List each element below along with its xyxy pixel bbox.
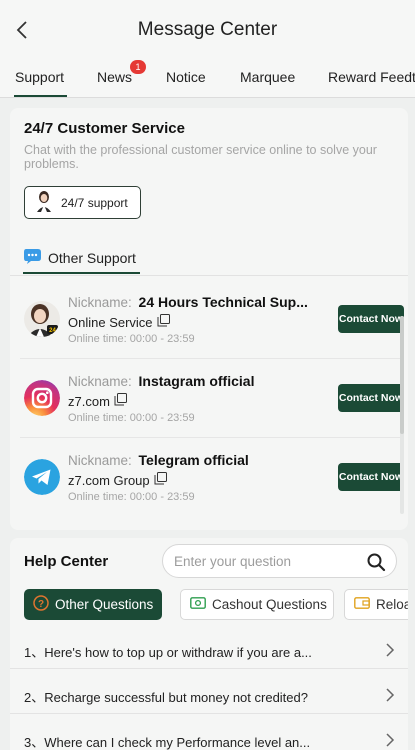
online-time-label: Online time: (68, 333, 127, 345)
nickname-row: Nickname: 24 Hours Technical Sup... (68, 294, 308, 310)
chip-reload[interactable]: Reloa (344, 589, 408, 620)
contact-list: 24 Nickname: 24 Hours Technical Sup... O… (20, 280, 404, 517)
service-row: z7.com Group (68, 472, 167, 488)
tab-news-label: News (97, 69, 133, 85)
telegram-icon (24, 459, 60, 495)
contact-name: Telegram official (138, 452, 249, 468)
cashout-icon (190, 596, 206, 613)
scrollbar-thumb[interactable] (400, 316, 404, 434)
other-support-label: Other Support (48, 250, 136, 266)
copy-icon[interactable] (157, 314, 170, 330)
support-247-button[interactable]: 24/7 support (24, 186, 141, 219)
category-chips: ? Other Questions Cashout Questions Relo… (24, 589, 408, 621)
contact-now-button[interactable]: Contact Now (338, 384, 404, 412)
chip-label: Other Questions (55, 597, 154, 612)
back-icon[interactable] (10, 16, 34, 44)
contact-now-button[interactable]: Contact Now (338, 463, 404, 491)
tab-support[interactable]: Support (13, 69, 68, 97)
service-row: z7.com (68, 393, 127, 409)
chat-bubble-icon (23, 248, 43, 269)
tab-news[interactable]: News 1 (97, 60, 147, 85)
nickname-label: Nickname: (68, 453, 132, 468)
scrollbar[interactable] (400, 316, 404, 514)
copy-icon[interactable] (154, 472, 167, 488)
online-time-row: Online time: 00:00 - 23:59 (68, 333, 195, 345)
tab-bar: Support News 1 Notice Marquee Reward Fee… (0, 60, 415, 98)
nickname-row: Nickname: Instagram official (68, 373, 254, 389)
customer-service-card: 24/7 Customer Service Chat with the prof… (10, 108, 408, 530)
tab-reward-feedback[interactable]: Reward Feedt (328, 69, 415, 85)
chevron-right-icon (384, 732, 396, 748)
contact-name: 24 Hours Technical Sup... (138, 294, 308, 310)
faq-item[interactable]: 3、Where can I check my Performance level… (10, 721, 408, 750)
online-time-row: Online time: 00:00 - 23:59 (68, 412, 195, 424)
notification-badge: 1 (130, 60, 147, 74)
online-time-row: Online time: 00:00 - 23:59 (68, 491, 195, 503)
faq-item[interactable]: 1、Here's how to top up or withdraw if yo… (10, 631, 408, 669)
contact-item: Nickname: Instagram official z7.com Onli… (20, 359, 404, 438)
contact-service: z7.com (68, 393, 110, 409)
faq-item[interactable]: 2、Recharge successful but money not cred… (10, 676, 408, 714)
reload-icon (354, 596, 370, 613)
contact-service: Online Service (68, 314, 153, 330)
chip-cashout-questions[interactable]: Cashout Questions (180, 589, 334, 620)
header: Message Center (0, 0, 415, 60)
faq-question: 3、Where can I check my Performance level… (24, 735, 311, 750)
online-time-value: 00:00 - 23:59 (129, 412, 195, 424)
contact-now-button[interactable]: Contact Now (338, 305, 404, 333)
page-title: Message Center (137, 19, 278, 40)
svg-text:24: 24 (49, 328, 56, 334)
instagram-icon (24, 380, 60, 416)
copy-icon[interactable] (114, 393, 127, 409)
agent-avatar-icon (35, 190, 53, 215)
search-box (162, 544, 397, 578)
online-time-label: Online time: (68, 412, 127, 424)
chip-label: Cashout Questions (212, 597, 327, 612)
contact-name: Instagram official (138, 373, 255, 389)
chevron-right-icon (384, 642, 396, 658)
svg-text:?: ? (38, 599, 44, 610)
nickname-label: Nickname: (68, 374, 132, 389)
tab-other-support[interactable]: Other Support (23, 244, 140, 274)
chip-label: Reloa (376, 597, 408, 612)
nickname-row: Nickname: Telegram official (68, 452, 249, 468)
customer-service-title: 24/7 Customer Service (24, 120, 185, 137)
search-icon[interactable] (366, 552, 386, 572)
divider (10, 275, 408, 276)
contact-item: Nickname: Telegram official z7.com Group… (20, 438, 404, 517)
faq-question: 2、Recharge successful but money not cred… (24, 690, 308, 705)
contact-item: 24 Nickname: 24 Hours Technical Sup... O… (20, 280, 404, 359)
customer-service-description: Chat with the professional customer serv… (24, 143, 377, 171)
nickname-label: Nickname: (68, 295, 132, 310)
agent-avatar-icon: 24 (24, 301, 60, 337)
online-time-label: Online time: (68, 491, 127, 503)
online-time-value: 00:00 - 23:59 (129, 491, 195, 503)
online-time-value: 00:00 - 23:59 (129, 333, 195, 345)
faq-question: 1、Here's how to top up or withdraw if yo… (24, 645, 312, 660)
tab-marquee[interactable]: Marquee (240, 69, 295, 85)
search-input[interactable] (174, 553, 354, 569)
question-icon: ? (33, 595, 49, 614)
help-center-title: Help Center (24, 553, 109, 570)
chip-other-questions[interactable]: ? Other Questions (24, 589, 162, 620)
service-row: Online Service (68, 314, 170, 330)
chevron-right-icon (384, 687, 396, 703)
contact-service: z7.com Group (68, 472, 150, 488)
help-center-card: Help Center ? Other Questions Cashout Qu… (10, 538, 408, 750)
support-247-label: 24/7 support (61, 195, 128, 210)
tab-notice[interactable]: Notice (166, 69, 206, 85)
